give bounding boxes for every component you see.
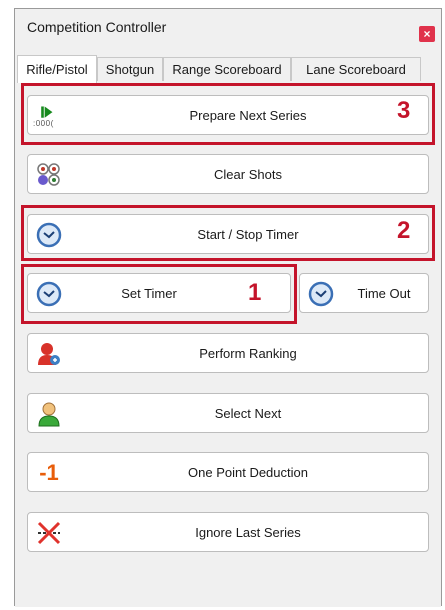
tab-rifle-pistol[interactable]: Rifle/Pistol xyxy=(17,55,97,83)
user-icon xyxy=(36,401,62,427)
start-stop-timer-label: Start / Stop Timer xyxy=(197,226,299,242)
clock-icon xyxy=(308,281,334,307)
tab-label: Range Scoreboard xyxy=(172,62,282,77)
clock-icon xyxy=(36,281,62,307)
clear-shots-label: Clear Shots xyxy=(214,166,282,182)
tab-range-scoreboard[interactable]: Range Scoreboard xyxy=(163,57,291,81)
clock-icon xyxy=(36,222,62,248)
select-next-button[interactable]: Select Next xyxy=(27,393,429,433)
prepare-next-series-label: Prepare Next Series xyxy=(189,107,307,123)
ignore-series-icon xyxy=(36,520,62,546)
annotation-number-3: 3 xyxy=(397,97,411,124)
play-next-icon-caption: :000( xyxy=(33,119,54,128)
tab-label: Lane Scoreboard xyxy=(306,62,406,77)
ignore-last-series-button[interactable]: Ignore Last Series xyxy=(27,512,429,552)
perform-ranking-label: Perform Ranking xyxy=(199,345,297,361)
close-button[interactable]: × xyxy=(419,26,435,42)
minus-one-icon: -1 xyxy=(39,460,59,485)
perform-ranking-button[interactable]: Perform Ranking xyxy=(27,333,429,373)
ignore-last-series-label: Ignore Last Series xyxy=(195,524,301,540)
annotation-number-1: 1 xyxy=(248,279,262,306)
prepare-next-series-button[interactable]: :000( Prepare Next Series xyxy=(27,95,429,135)
tab-shotgun[interactable]: Shotgun xyxy=(97,57,163,81)
annotation-number-2: 2 xyxy=(397,217,411,244)
tab-label: Rifle/Pistol xyxy=(26,62,88,77)
tab-bar: Rifle/Pistol Shotgun Range Scoreboard La… xyxy=(15,55,441,84)
window-title: Competition Controller xyxy=(27,19,167,35)
targets-icon xyxy=(36,162,62,188)
one-point-deduction-label: One Point Deduction xyxy=(188,464,308,480)
one-point-deduction-button[interactable]: -1 One Point Deduction xyxy=(27,452,429,492)
time-out-label: Time Out xyxy=(357,285,411,301)
tab-label: Shotgun xyxy=(105,62,155,77)
tab-lane-scoreboard[interactable]: Lane Scoreboard xyxy=(291,57,421,81)
title-bar: Competition Controller × xyxy=(15,9,441,45)
start-stop-timer-button[interactable]: Start / Stop Timer xyxy=(27,214,429,254)
clear-shots-button[interactable]: Clear Shots xyxy=(27,154,429,194)
ranking-user-icon xyxy=(36,341,62,367)
close-icon: × xyxy=(423,27,431,41)
select-next-label: Select Next xyxy=(214,405,282,421)
competition-controller-window: Competition Controller × Rifle/Pistol Sh… xyxy=(14,8,442,607)
time-out-button[interactable]: Time Out xyxy=(299,273,429,313)
set-timer-label: Set Timer xyxy=(121,285,177,301)
